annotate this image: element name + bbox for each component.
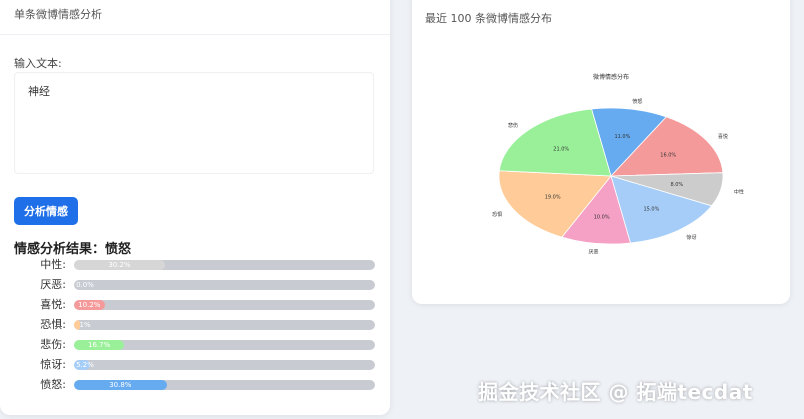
- pie-slice-percent: 10.0%: [594, 214, 610, 220]
- pie-slice: [498, 108, 612, 177]
- pie-slice-label: 惊讶: [686, 234, 696, 241]
- pie-slice-percent: 15.0%: [643, 207, 659, 213]
- pie-title: 微博情感分布: [593, 73, 629, 81]
- pie-slice-label: 喜悦: [718, 133, 728, 140]
- pie-slice-label: 恐惧: [492, 211, 502, 218]
- pie-slice-label: 愤怒: [632, 98, 642, 105]
- pie-slice-percent: 16.0%: [660, 153, 676, 159]
- watermark: 掘金技术社区 @ 拓端tecdat: [478, 380, 753, 404]
- pie-slice-percent: 19.0%: [545, 194, 561, 200]
- pie-slice-percent: 21.0%: [553, 147, 569, 153]
- pie-chart: 微博情感分布 11.0% 愤怒 16.0% 喜悦 8.0% 中性 15.0% 惊讶 10.0% 厌恶…: [492, 73, 744, 255]
- pie-slice-percent: 8.0%: [670, 182, 683, 188]
- pie-slice-label: 中性: [734, 188, 744, 195]
- pie-slice-label: 悲伤: [508, 122, 518, 129]
- pie-slice-label: 厌恶: [589, 249, 599, 255]
- pie-slice-percent: 11.0%: [614, 134, 630, 140]
